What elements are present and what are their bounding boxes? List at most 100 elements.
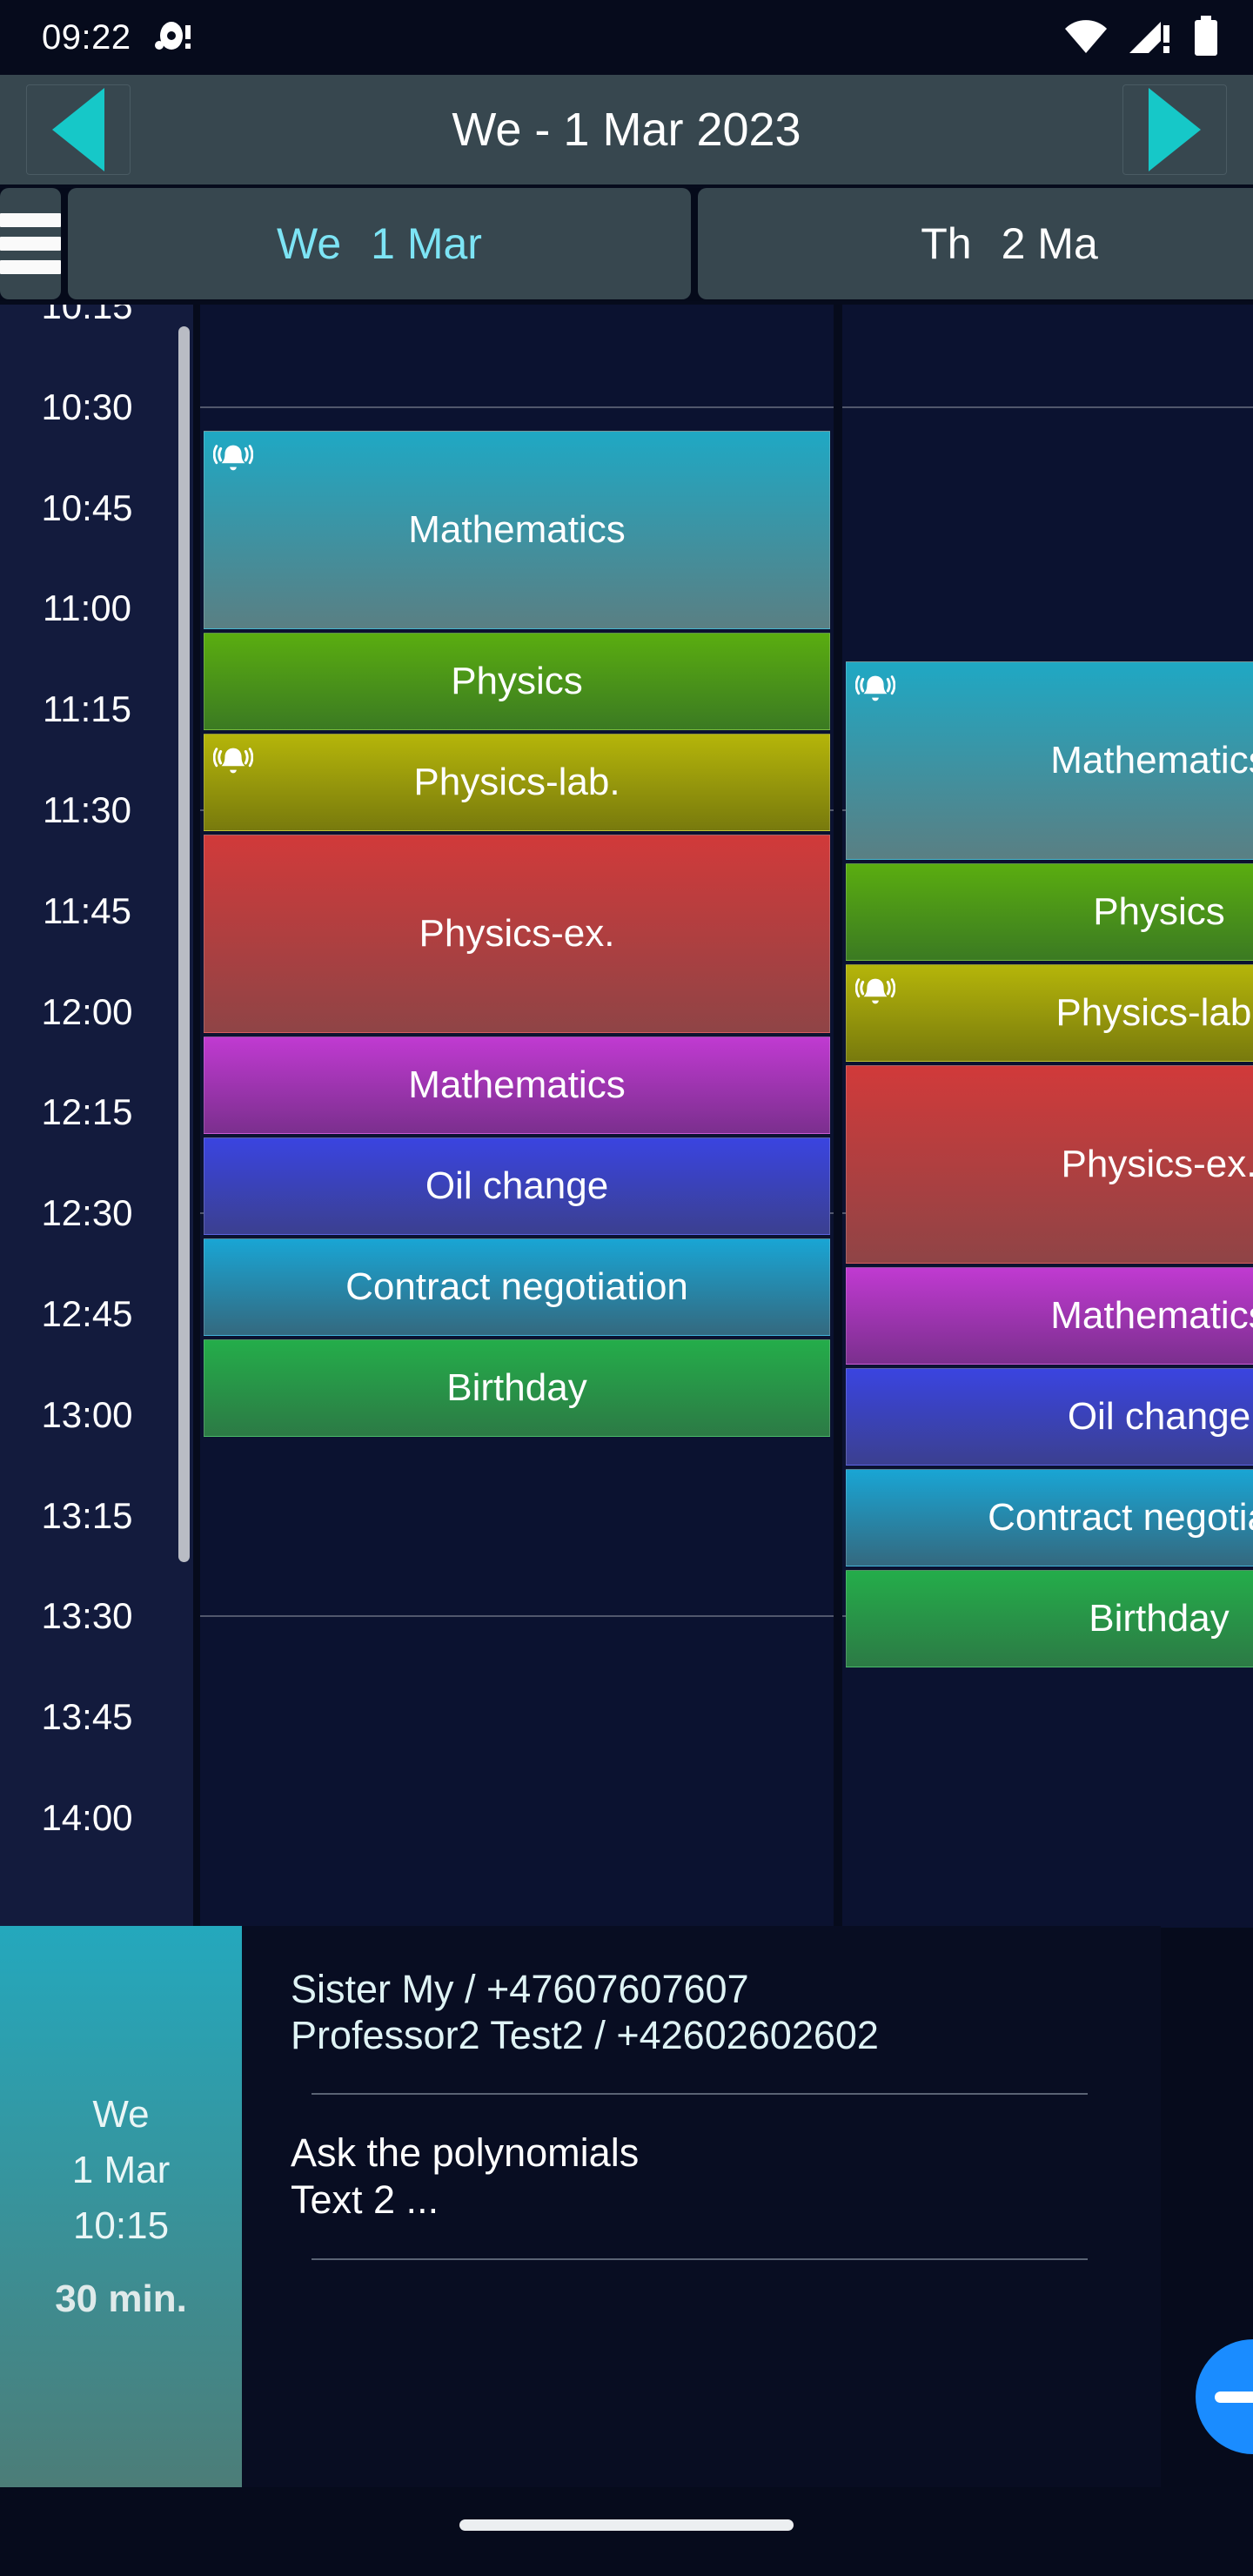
time-tick: 14:00 — [41, 1797, 133, 1838]
detail-note-1: Text 2 ... — [291, 2177, 439, 2223]
calendar-event[interactable]: Contract negotiation — [846, 1469, 1253, 1566]
cellular-warning-icon — [1128, 17, 1173, 59]
hour-gridline — [842, 406, 1253, 408]
gesture-nav-bar[interactable] — [459, 2519, 794, 2531]
status-bar-icons — [1063, 0, 1220, 75]
calendar-event-title: Birthday — [446, 1366, 587, 1409]
calendar-event[interactable]: Contract negotiation — [204, 1238, 830, 1336]
next-day-button[interactable] — [1122, 84, 1227, 175]
calendar-event[interactable]: Mathematics — [204, 1036, 830, 1134]
day-header-date: 2 Ma — [1001, 219, 1098, 268]
day-header-row: We 1 Mar Th 2 Ma — [0, 188, 1253, 301]
chevron-left-icon — [52, 88, 104, 171]
time-tick: 12:30 — [41, 1192, 133, 1234]
notification-dot-icon — [154, 20, 192, 55]
calendar-event[interactable]: Mathematics — [846, 1267, 1253, 1365]
event-detail-body: Sister My / +47607607607 Professor2 Test… — [242, 1926, 1161, 2487]
hour-gridline — [200, 1615, 834, 1617]
day-header-dow: Th — [921, 219, 972, 268]
time-tick: 13:30 — [41, 1595, 133, 1637]
menu-button[interactable] — [0, 188, 61, 299]
calendar-event-title: Oil change — [425, 1164, 609, 1207]
detail-time: 10:15 — [72, 2204, 170, 2247]
calendar-event[interactable]: Physics — [846, 863, 1253, 961]
time-axis: 10:15 10:30 10:45 11:00 11:15 11:30 11:45 12:00… — [0, 305, 193, 1928]
calendar-event[interactable]: Mathematics — [204, 431, 830, 629]
prev-day-button[interactable] — [26, 84, 131, 175]
alarm-bell-icon — [212, 439, 254, 479]
detail-duration: 30 min. — [55, 2277, 187, 2320]
time-tick: 11:45 — [43, 889, 131, 931]
calendar-grid: 10:15 10:30 10:45 11:00 11:15 11:30 11:45 12:00… — [0, 305, 1253, 1928]
alarm-bell-icon — [212, 741, 254, 782]
calendar-event[interactable]: Physics — [204, 633, 830, 730]
detail-contact-0[interactable]: Sister My / +47607607607 — [291, 1966, 1109, 2012]
app-root: 09:22 We - 1 Mar 2023 We 1 Mar Th 2 Ma 1… — [0, 0, 1253, 2576]
day-header-cell-0[interactable]: We 1 Mar — [68, 188, 691, 299]
detail-divider — [312, 2093, 1088, 2096]
calendar-event[interactable]: Birthday — [846, 1570, 1253, 1667]
hour-gridline — [200, 406, 834, 408]
calendar-event-title: Physics — [1093, 890, 1225, 933]
wifi-icon — [1063, 17, 1109, 59]
calendar-event-title: Mathematics — [408, 1063, 626, 1106]
day-column-we-1-mar[interactable]: Mathematics Physics Physics-lab. Physics-ex… — [200, 305, 834, 1928]
status-bar-clock: 09:22 — [42, 17, 131, 57]
calendar-event[interactable]: Physics-ex. — [846, 1065, 1253, 1264]
hamburger-icon-bar — [0, 237, 61, 251]
event-detail-panel[interactable]: We 1 Mar 10:15 30 min. Sister My / +4760… — [0, 1926, 1161, 2487]
detail-contact-1[interactable]: Professor2 Test2 / +42602602602 — [291, 2012, 1109, 2058]
page-title: We - 1 Mar 2023 — [452, 104, 801, 156]
plus-icon — [1215, 2392, 1253, 2403]
status-bar: 09:22 — [0, 0, 1253, 75]
detail-dow: We — [92, 2092, 150, 2136]
time-tick: 13:15 — [41, 1494, 133, 1536]
calendar-event[interactable]: Physics-lab. — [204, 734, 830, 831]
calendar-event-title: Physics-lab. — [1055, 991, 1253, 1034]
calendar-event[interactable]: Oil change — [204, 1137, 830, 1235]
time-tick: 12:45 — [41, 1293, 133, 1334]
vertical-scrollbar[interactable] — [178, 326, 190, 1562]
calendar-event-title: Contract negotiation — [345, 1265, 688, 1308]
hamburger-icon-bar — [0, 260, 61, 274]
calendar-event-title: Mathematics — [1050, 1294, 1253, 1337]
detail-divider-bottom — [312, 2258, 1088, 2261]
time-tick: 11:30 — [43, 789, 131, 830]
event-detail-when: We 1 Mar 10:15 30 min. — [0, 1926, 242, 2487]
time-tick: 11:00 — [43, 587, 131, 629]
day-header-date: 1 Mar — [371, 219, 482, 268]
chevron-right-icon — [1149, 88, 1201, 171]
alarm-bell-icon — [854, 972, 896, 1012]
day-header-dow: We — [277, 219, 342, 268]
day-header-cell-1[interactable]: Th 2 Ma — [698, 188, 1253, 299]
time-tick: 12:00 — [41, 990, 133, 1032]
calendar-event[interactable]: Physics-ex. — [204, 835, 830, 1033]
calendar-event-title: Physics-ex. — [1061, 1143, 1253, 1185]
day-column-th-2-mar[interactable]: Mathematics Physics Physics-lab. Physics-ex… — [842, 305, 1253, 1928]
time-tick: 12:15 — [41, 1091, 133, 1133]
calendar-event[interactable]: Birthday — [204, 1339, 830, 1437]
hamburger-icon-bar — [0, 213, 61, 227]
time-tick: 13:00 — [41, 1393, 133, 1435]
detail-date: 1 Mar — [71, 2148, 171, 2191]
calendar-event[interactable]: Physics-lab. — [846, 964, 1253, 1062]
time-tick: 10:30 — [41, 386, 133, 427]
time-tick: 10:15 — [41, 305, 133, 326]
calendar-event-title: Physics-lab. — [413, 761, 620, 803]
calendar-event-title: Birthday — [1089, 1597, 1230, 1640]
calendar-event-title: Physics-ex. — [419, 912, 615, 955]
calendar-event-title: Physics — [451, 660, 583, 702]
calendar-event-title: Oil change — [1067, 1395, 1251, 1438]
calendar-event[interactable]: Oil change — [846, 1368, 1253, 1466]
time-tick: 11:15 — [43, 688, 131, 730]
calendar-event-title: Mathematics — [1050, 739, 1253, 782]
add-event-fab[interactable] — [1196, 2339, 1253, 2454]
alarm-bell-icon — [854, 669, 896, 709]
battery-icon — [1192, 15, 1220, 60]
time-tick: 13:45 — [41, 1696, 133, 1738]
calendar-event-title: Mathematics — [408, 508, 626, 551]
calendar-event-title: Contract negotiation — [988, 1496, 1253, 1539]
calendar-event[interactable]: Mathematics — [846, 661, 1253, 860]
title-bar: We - 1 Mar 2023 — [0, 75, 1253, 186]
detail-note-0: Ask the polynomials — [291, 2130, 640, 2176]
